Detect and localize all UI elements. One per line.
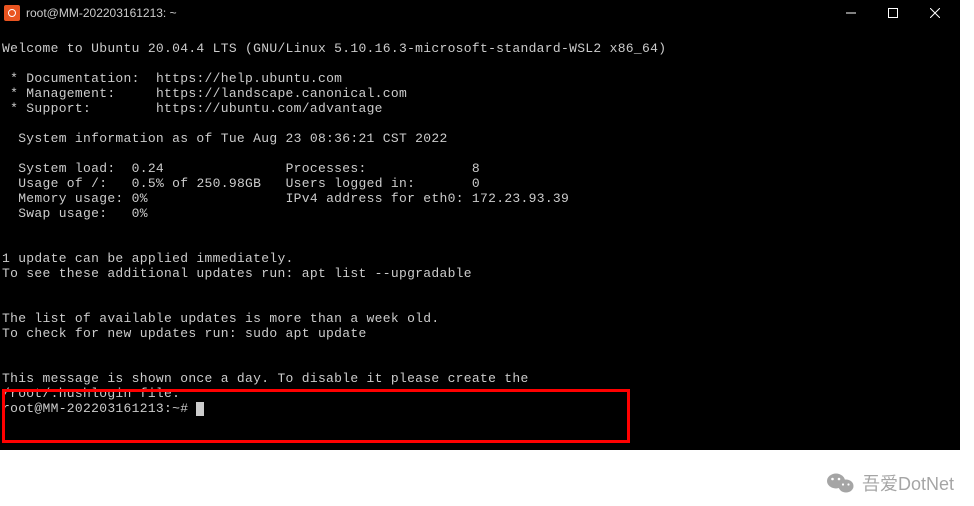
watermark: 吾爱DotNet [826,470,954,496]
sysload-label: System load: [2,161,115,176]
minimize-button[interactable] [830,0,872,26]
terminal-output[interactable]: Welcome to Ubuntu 20.04.4 LTS (GNU/Linux… [0,26,960,416]
mgmt-label: * Management: [2,86,115,101]
close-button[interactable] [914,0,956,26]
wechat-icon [826,471,854,495]
watermark-text: 吾爱DotNet [862,470,954,496]
mem-val: 0% [132,191,148,206]
ubuntu-icon [4,5,20,21]
terminal-window: root@MM-202203161213: ~ Welcome to Ubunt… [0,0,960,450]
stale-line1: The list of available updates is more th… [2,311,439,326]
sup-url: https://ubuntu.com/advantage [156,101,383,116]
ipv4-label: IPv4 address for eth0: [286,191,464,206]
hush-line1: This message is shown once a day. To dis… [2,371,529,386]
cursor-icon [196,402,204,416]
swap-val: 0% [132,206,148,221]
window-controls [830,0,956,26]
doc-label: * Documentation: [2,71,140,86]
maximize-button[interactable] [872,0,914,26]
swap-label: Swap usage: [2,206,107,221]
usage-val: 0.5% of 250.98GB [132,176,262,191]
proc-label: Processes: [286,161,367,176]
usage-label: Usage of /: [2,176,107,191]
sysinfo-header: System information as of Tue Aug 23 08:3… [2,131,448,146]
mem-label: Memory usage: [2,191,124,206]
proc-val: 8 [472,161,480,176]
ipv4-val: 172.23.93.39 [472,191,569,206]
stale-line2: To check for new updates run: sudo apt u… [2,326,367,341]
sup-label: * Support: [2,101,91,116]
titlebar[interactable]: root@MM-202203161213: ~ [0,0,960,26]
doc-url: https://help.ubuntu.com [156,71,342,86]
updates-line2: To see these additional updates run: apt… [2,266,472,281]
users-val: 0 [472,176,480,191]
users-label: Users logged in: [286,176,416,191]
window-title: root@MM-202203161213: ~ [26,6,830,20]
motd-welcome: Welcome to Ubuntu 20.04.4 LTS (GNU/Linux… [2,41,666,56]
hush-line2: /root/.hushlogin file. [2,386,180,401]
updates-line1: 1 update can be applied immediately. [2,251,294,266]
shell-prompt: root@MM-202203161213:~# [2,401,196,416]
sysload-val: 0.24 [132,161,164,176]
mgmt-url: https://landscape.canonical.com [156,86,407,101]
